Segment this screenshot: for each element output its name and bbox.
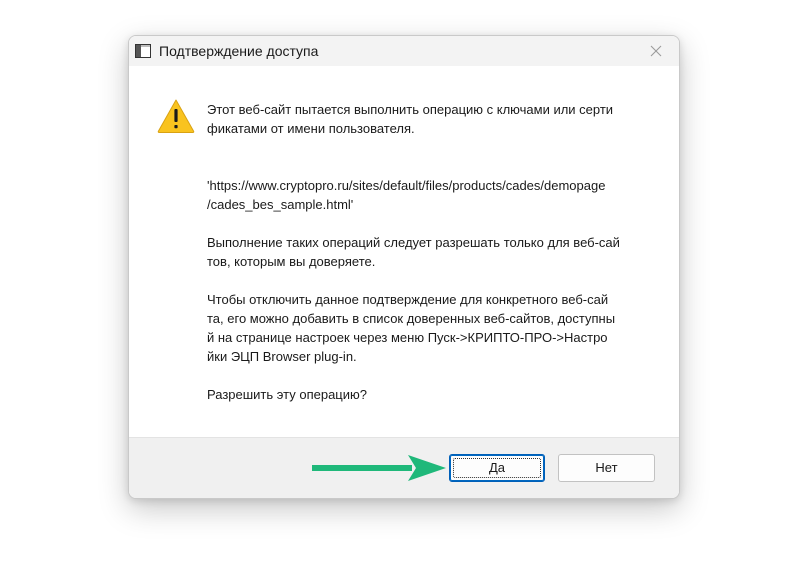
- yes-button[interactable]: Да: [449, 454, 545, 482]
- confirmation-question: Разрешить эту операцию?: [207, 385, 647, 404]
- message-line: йки ЭЦП Browser plug-in.: [207, 349, 357, 364]
- dialog-title: Подтверждение доступа: [159, 43, 319, 59]
- message-line: тов, которым вы доверяете.: [207, 254, 376, 269]
- message-line: та, его можно добавить в список доверенн…: [207, 311, 616, 326]
- no-button[interactable]: Нет: [558, 454, 655, 482]
- message-paragraph-3: Чтобы отключить данное подтверждение для…: [207, 290, 647, 366]
- url-line: 'https://www.cryptopro.ru/sites/default/…: [207, 178, 606, 193]
- question-line: Разрешить эту операцию?: [207, 387, 367, 402]
- message-line: Этот веб-сайт пытается выполнить операци…: [207, 102, 614, 117]
- message-line: Чтобы отключить данное подтверждение для…: [207, 292, 609, 307]
- yes-button-label: Да: [488, 460, 506, 475]
- access-confirmation-dialog: Подтверждение доступа Этот веб-сайт пыта…: [128, 35, 680, 499]
- screen: Подтверждение доступа Этот веб-сайт пыта…: [0, 0, 811, 575]
- site-url: 'https://www.cryptopro.ru/sites/default/…: [207, 176, 647, 214]
- message-paragraph-1: Этот веб-сайт пытается выполнить операци…: [207, 100, 647, 138]
- no-button-label: Нет: [595, 460, 618, 475]
- close-icon: [650, 45, 662, 57]
- dialog-content: Этот веб-сайт пытается выполнить операци…: [129, 66, 679, 437]
- message-line: фикатами от имени пользователя.: [207, 121, 415, 136]
- message-paragraph-2: Выполнение таких операций следует разреш…: [207, 233, 647, 271]
- message-line: й на странице настроек через меню Пуск->…: [207, 330, 608, 345]
- close-button[interactable]: [633, 36, 679, 66]
- window-icon: [135, 44, 151, 58]
- title-bar[interactable]: Подтверждение доступа: [129, 36, 679, 67]
- message-line: Выполнение таких операций следует разреш…: [207, 235, 620, 250]
- warning-triangle-icon: [157, 98, 195, 134]
- url-line: /cades_bes_sample.html': [207, 197, 354, 212]
- arrow-right-icon: [312, 454, 447, 482]
